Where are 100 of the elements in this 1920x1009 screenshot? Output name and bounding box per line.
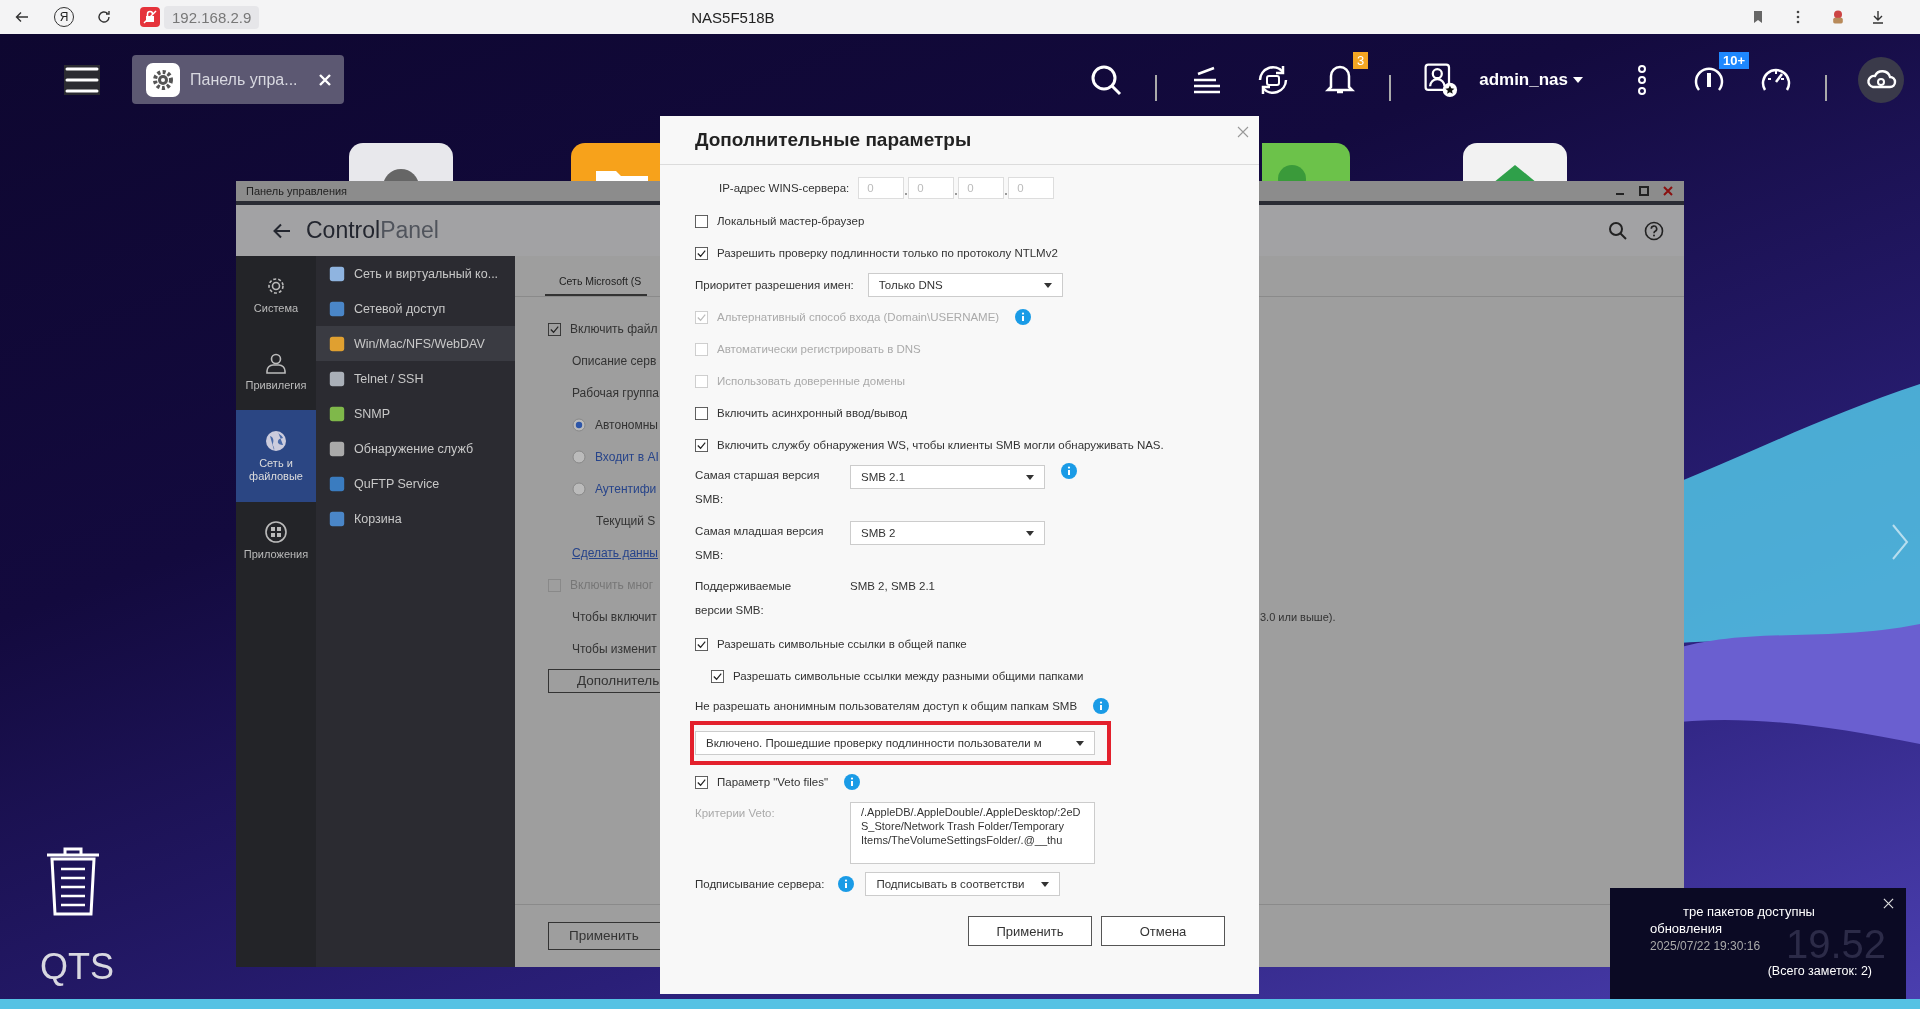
address-field[interactable]: 192.168.2.9 xyxy=(164,5,260,29)
reload-icon[interactable] xyxy=(96,9,112,25)
maximize-icon[interactable] xyxy=(1638,185,1650,197)
app-icon xyxy=(328,474,346,493)
help-icon[interactable] xyxy=(1644,220,1664,241)
option-label: Включить файл xyxy=(570,322,658,336)
radio-button[interactable] xyxy=(572,482,586,496)
user-icon[interactable] xyxy=(1422,61,1459,98)
cloud-icon[interactable] xyxy=(1858,56,1904,103)
notification-text: тре пакетов доступны xyxy=(1682,903,1815,920)
field-label: Подписывание сервера: xyxy=(695,878,825,890)
option-label: Разрешить проверку подлинности только по протоколу NTLMv2 xyxy=(717,247,1058,259)
option-label: Использовать доверенные домены xyxy=(717,375,906,387)
caret-icon xyxy=(1076,740,1084,746)
menu-item[interactable]: Корзина xyxy=(316,501,515,536)
back-icon[interactable] xyxy=(14,9,30,25)
checkbox[interactable] xyxy=(695,438,708,452)
globe-icon xyxy=(264,429,288,453)
option-label: Разрешать символьные ссылки в общей папке xyxy=(717,638,967,650)
user-menu[interactable]: admin_nas xyxy=(1479,69,1583,90)
menu-item[interactable]: Обнаружение служб xyxy=(316,431,515,466)
caret-icon xyxy=(1026,530,1034,536)
hint-text: 3.0 или выше). xyxy=(1260,611,1336,623)
dropdown[interactable]: SMB 2.1 xyxy=(850,465,1045,489)
info-icon[interactable] xyxy=(1061,463,1077,479)
caret-icon xyxy=(1573,76,1583,83)
menu-item[interactable]: Win/Mac/NFS/WebDAV xyxy=(316,326,515,361)
info-icon[interactable] xyxy=(838,876,855,892)
field-label: Рабочая группа xyxy=(572,386,659,400)
app-title: ControlPanel xyxy=(306,217,439,244)
checkbox[interactable] xyxy=(695,406,708,420)
info-icon[interactable] xyxy=(844,774,861,790)
checkbox[interactable] xyxy=(695,775,708,789)
notification-badge: 3 xyxy=(1352,51,1369,69)
sidebar-item[interactable]: Привилегия xyxy=(236,333,316,410)
checkbox[interactable] xyxy=(711,669,724,683)
menu-item[interactable]: SNMP xyxy=(316,396,515,431)
app-icon xyxy=(328,264,346,283)
menu-item[interactable]: Telnet / SSH xyxy=(316,361,515,396)
field-label: Поддерживаемые версии SMB: xyxy=(695,579,793,618)
dropdown[interactable]: SMB 2 xyxy=(850,521,1045,545)
notification-text: обновления xyxy=(1650,920,1722,937)
sidebar-item[interactable]: Сеть и файловые xyxy=(236,410,316,502)
gear-icon xyxy=(146,62,180,97)
field-label: Приоритет разрешения имен: xyxy=(695,279,854,291)
app-icon xyxy=(328,509,346,528)
info-icon[interactable] xyxy=(1093,698,1110,714)
caret-icon xyxy=(1043,282,1052,288)
tab[interactable]: Сеть Microsoft (S xyxy=(545,275,648,296)
option-label: Автоматически регистрировать в DNS xyxy=(717,343,921,355)
field-label: IP-адрес WINS-сервера: xyxy=(719,182,850,194)
field-label: Самая младшая версия SMB: xyxy=(695,524,825,563)
radio-button[interactable] xyxy=(572,450,586,464)
checkbox[interactable] xyxy=(695,637,708,651)
download-icon[interactable] xyxy=(1870,9,1886,25)
option-label: Аутентифи xyxy=(595,482,657,496)
radio-button[interactable] xyxy=(572,418,586,432)
dialog-title: Дополнительные параметры xyxy=(695,129,972,151)
section-label: Не разрешать анонимным пользователям доступ к общим папкам SMB xyxy=(695,700,1078,712)
app-tab[interactable]: Панель упра... xyxy=(132,55,344,104)
field-label: Описание серв xyxy=(572,354,657,368)
app-icon xyxy=(328,299,346,318)
caret-icon xyxy=(1041,881,1050,887)
field-label: Текущий S xyxy=(596,514,656,528)
text-area[interactable]: /.AppleDB/.AppleDouble/.AppleDesktop/:2eDS_Store/Network Trash Folder/Temporary Items/TheVolumeSettingsFolder/.@__thu xyxy=(850,802,1095,864)
dropdown[interactable]: Подписывать в соответстви xyxy=(865,872,1061,896)
grid-icon xyxy=(264,520,288,544)
house-app-icon[interactable] xyxy=(1463,143,1567,183)
field-label: Чтобы изменит xyxy=(572,642,657,656)
brand-label: QTS xyxy=(40,946,114,988)
extension-icon[interactable] xyxy=(1830,9,1846,25)
warning-icon[interactable] xyxy=(140,7,160,27)
menu-icon[interactable] xyxy=(64,64,100,95)
update-badge: 10+ xyxy=(1718,51,1749,69)
dropdown[interactable]: Включено. Прошедшие проверку подлинности пользователи м xyxy=(695,731,1095,755)
settings-app-icon[interactable] xyxy=(349,143,453,183)
cancel-button[interactable]: Отмена xyxy=(1101,916,1225,946)
checkbox[interactable] xyxy=(695,214,708,228)
menu-item[interactable]: Сеть и виртуальный ко... xyxy=(316,256,515,291)
link[interactable]: Сделать данны xyxy=(572,546,658,560)
field-label: Критерии Veto: xyxy=(695,806,776,821)
dropdown[interactable]: Только DNS xyxy=(867,273,1063,297)
app-icon xyxy=(328,369,346,388)
app-icon xyxy=(328,334,346,353)
option-label: Входит в AI xyxy=(595,450,659,464)
sidebar-item[interactable]: Приложения xyxy=(236,502,316,579)
window-title: Панель управления xyxy=(246,185,348,197)
app-icon xyxy=(328,404,346,423)
menu-item[interactable]: QuFTP Service xyxy=(316,466,515,501)
option-label: Включить асинхронный ввод/вывод xyxy=(717,407,908,419)
checkbox[interactable] xyxy=(695,246,708,260)
checkbox[interactable] xyxy=(548,322,561,336)
sidebar-item[interactable]: Система xyxy=(236,256,316,333)
field-label: Чтобы включит xyxy=(572,610,657,624)
notification-count[interactable]: (Всего заметок: 2) xyxy=(1767,964,1872,978)
search-icon[interactable] xyxy=(1608,220,1628,241)
apply-button[interactable]: Применить xyxy=(968,916,1092,946)
app-icon xyxy=(328,439,346,458)
menu-item[interactable]: Сетевой доступ xyxy=(316,291,515,326)
option-label: Включить службу обнаружения WS, чтобы клиенты SMB могли обнаруживать NAS. xyxy=(717,439,1164,451)
